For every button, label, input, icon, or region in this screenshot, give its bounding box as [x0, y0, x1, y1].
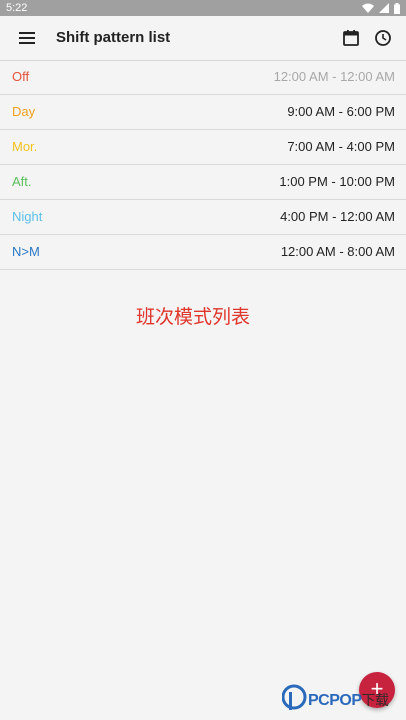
shift-row[interactable]: N>M 12:00 AM - 8:00 AM [0, 235, 406, 270]
battery-icon [394, 2, 400, 14]
status-time: 5:22 [6, 2, 28, 14]
pcpop-logo-icon [282, 684, 307, 710]
shift-name: Off [12, 69, 30, 84]
watermark-brand: PCPOP下载 [308, 692, 389, 709]
shift-name: Day [12, 104, 36, 119]
shift-row[interactable]: Day 9:00 AM - 6:00 PM [0, 95, 406, 130]
shift-time-range: 7:00 AM - 4:00 PM [287, 139, 395, 154]
caption-text: 班次模式列表 [135, 307, 250, 328]
status-bar: 5:22 [0, 0, 406, 16]
shift-row[interactable]: Night 4:00 PM - 12:00 AM [0, 200, 406, 235]
shift-name: N>M [12, 244, 40, 259]
wifi-icon [362, 3, 374, 13]
shift-row[interactable]: Aft. 1:00 PM - 10:00 PM [0, 165, 406, 200]
shift-time-range: 9:00 AM - 6:00 PM [287, 104, 395, 119]
menu-icon[interactable] [16, 27, 38, 49]
calendar-icon[interactable] [340, 27, 362, 49]
signal-icon [379, 3, 389, 13]
shift-time-range: 4:00 PM - 12:00 AM [280, 209, 395, 224]
watermark: PCPOP下载 [282, 684, 406, 716]
clock-icon[interactable] [372, 27, 394, 49]
page-title: Shift pattern list [56, 29, 171, 46]
shift-time-range: 1:00 PM - 10:00 PM [279, 174, 395, 189]
shift-time-range: 12:00 AM - 12:00 AM [273, 69, 395, 84]
shift-time-range: 12:00 AM - 8:00 AM [280, 244, 395, 259]
shift-name: Night [12, 209, 43, 224]
shift-name: Aft. [12, 174, 32, 189]
app-bar: Shift pattern list [0, 16, 406, 61]
shift-pattern-list: Off 12:00 AM - 12:00 AM Day 9:00 AM - 6:00 … [0, 60, 406, 270]
shift-row[interactable]: Mor. 7:00 AM - 4:00 PM [0, 130, 406, 165]
status-icons [362, 2, 400, 14]
shift-row[interactable]: Off 12:00 AM - 12:00 AM [0, 60, 406, 95]
shift-name: Mor. [12, 139, 38, 154]
